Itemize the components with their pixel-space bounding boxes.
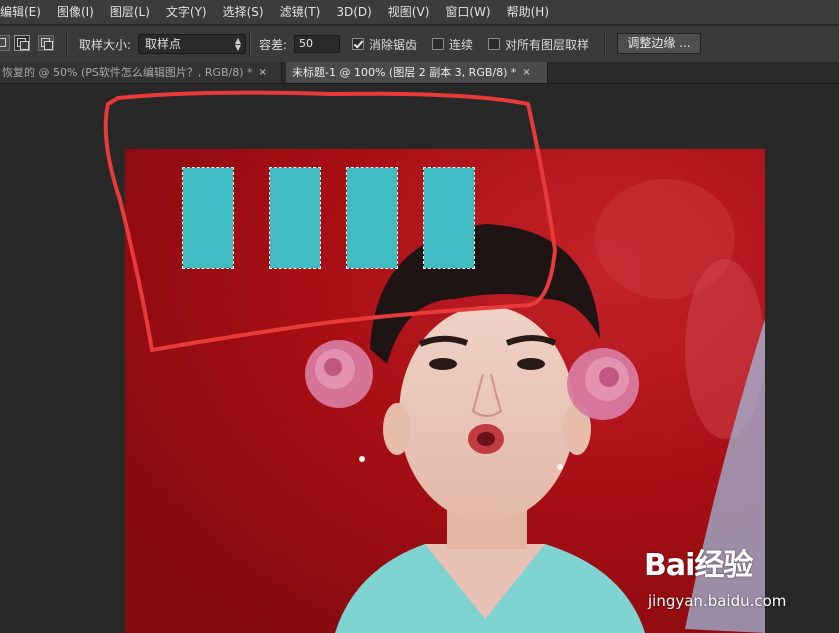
tolerance-label: 容差: (259, 37, 288, 52)
options-bar: 取样大小: 取样点 ▲ ▼ 容差: 50 消除锯齿 连续 对所有图层取样 调整边缘… (0, 25, 839, 63)
sample-size-value: 取样点 (145, 37, 182, 51)
menu-select[interactable]: 选择(S) (215, 0, 272, 24)
menu-edit[interactable]: 编辑(E) (0, 0, 49, 24)
document-tab-bar: 恢复的 @ 50% (PS软件怎么编辑图片？, RGB/8) * × 未标题-1… (0, 62, 839, 84)
rose-right (567, 348, 639, 420)
tab-label: 恢复的 @ 50% (PS软件怎么编辑图片？, RGB/8) * (2, 66, 253, 79)
separator (604, 32, 606, 56)
anti-alias-label: 消除锯齿 (369, 37, 418, 52)
menu-bar: 编辑(E) 图像(I) 图层(L) 文字(Y) 选择(S) 滤镜(T) 3D(D… (0, 0, 839, 24)
menu-window[interactable]: 窗口(W) (437, 0, 498, 24)
new-selection-icon (0, 38, 6, 47)
dropdown-arrows-icon: ▲ ▼ (234, 36, 241, 52)
sample-all-layers-checkbox[interactable] (488, 38, 500, 50)
anti-alias-option[interactable]: 消除锯齿 (352, 26, 417, 62)
document-tab-recovered[interactable]: 恢复的 @ 50% (PS软件怎么编辑图片？, RGB/8) * × (0, 62, 282, 83)
sample-all-layers-option[interactable]: 对所有图层取样 (488, 26, 589, 62)
selection-rect-4[interactable] (423, 167, 475, 269)
document-tab-untitled[interactable]: 未标题-1 @ 100% (图层 2 副本 3, RGB/8) * × (286, 62, 548, 83)
menu-image[interactable]: 图像(I) (49, 0, 102, 24)
contiguous-checkbox[interactable] (432, 38, 444, 50)
menu-filter[interactable]: 滤镜(T) (272, 0, 329, 24)
close-icon[interactable]: × (522, 62, 530, 83)
rose-left (305, 340, 373, 408)
tolerance-input[interactable]: 50 (294, 35, 340, 53)
contiguous-label: 连续 (449, 37, 474, 52)
menu-layer[interactable]: 图层(L) (102, 0, 158, 24)
sample-size-dropdown[interactable]: 取样点 ▲ ▼ (138, 34, 246, 54)
separator (66, 32, 68, 56)
contiguous-option[interactable]: 连续 (432, 26, 473, 62)
baidu-jingyan-watermark: Bai经验 jingyan.baidu.com (644, 540, 834, 616)
add-to-selection-mode-button[interactable] (14, 35, 30, 51)
sample-all-layers-label: 对所有图层取样 (505, 37, 590, 52)
separator (249, 32, 251, 56)
close-icon[interactable]: × (259, 62, 267, 83)
sample-size-label: 取样大小: (79, 37, 132, 52)
sample-size-group: 取样大小: (79, 26, 131, 62)
watermark-brand: Bai经验 (644, 548, 753, 583)
menu-type[interactable]: 文字(Y) (158, 0, 215, 24)
watermark-url: jingyan.baidu.com (648, 592, 787, 610)
menu-view[interactable]: 视图(V) (380, 0, 438, 24)
anti-alias-checkbox[interactable] (352, 38, 364, 50)
subtract-selection-mode-button[interactable] (38, 35, 54, 51)
menu-3d[interactable]: 3D(D) (328, 0, 379, 24)
new-selection-mode-button[interactable] (0, 35, 10, 51)
tab-label: 未标题-1 @ 100% (图层 2 副本 3, RGB/8) * (292, 66, 517, 79)
selection-rect-3[interactable] (346, 167, 398, 269)
selection-rect-1[interactable] (182, 167, 234, 269)
menu-help[interactable]: 帮助(H) (499, 0, 557, 24)
selection-rect-2[interactable] (269, 167, 321, 269)
refine-edge-button[interactable]: 调整边缘 ... (617, 33, 701, 54)
